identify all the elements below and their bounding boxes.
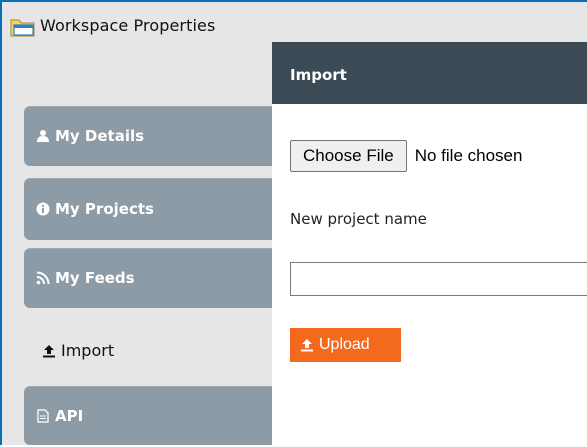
sidebar-item-my-projects[interactable]: My Projects [24,178,272,240]
sidebar-item-my-feeds[interactable]: My Feeds [24,248,272,308]
sidebar-item-label: Import [61,340,115,360]
info-circle-icon [36,202,50,216]
sidebar-item-label: My Feeds [55,269,135,287]
workspace-properties-window: Workspace Properties My Details My Proje… [0,0,587,447]
user-icon [36,129,50,143]
project-name-label: New project name [290,210,427,228]
sidebar-item-api[interactable]: API [24,386,272,445]
document-icon [36,408,50,423]
sidebar-item-import[interactable]: Import [24,322,272,378]
rss-icon [36,271,50,285]
sidebar-item-my-details[interactable]: My Details [24,106,272,166]
sidebar: My Details My Projects My Feeds Import A [2,42,272,445]
upload-button[interactable]: Upload [290,328,401,362]
window-title: Workspace Properties [40,16,216,35]
folder-icon [10,16,38,38]
import-panel: Import Choose File No file chosen New pr… [272,42,587,447]
sidebar-item-label: My Projects [55,200,154,218]
upload-button-label: Upload [319,336,370,353]
panel-title: Import [272,42,587,104]
window-titlebar: Workspace Properties [2,2,587,42]
sidebar-item-label: My Details [55,127,145,145]
file-status-text: No file chosen [414,146,523,165]
upload-icon [42,343,56,358]
upload-icon [300,338,314,352]
file-input: Choose File No file chosen [290,140,522,172]
project-name-input[interactable] [290,262,587,296]
sidebar-item-label: API [55,406,84,425]
choose-file-button[interactable]: Choose File [290,140,407,172]
